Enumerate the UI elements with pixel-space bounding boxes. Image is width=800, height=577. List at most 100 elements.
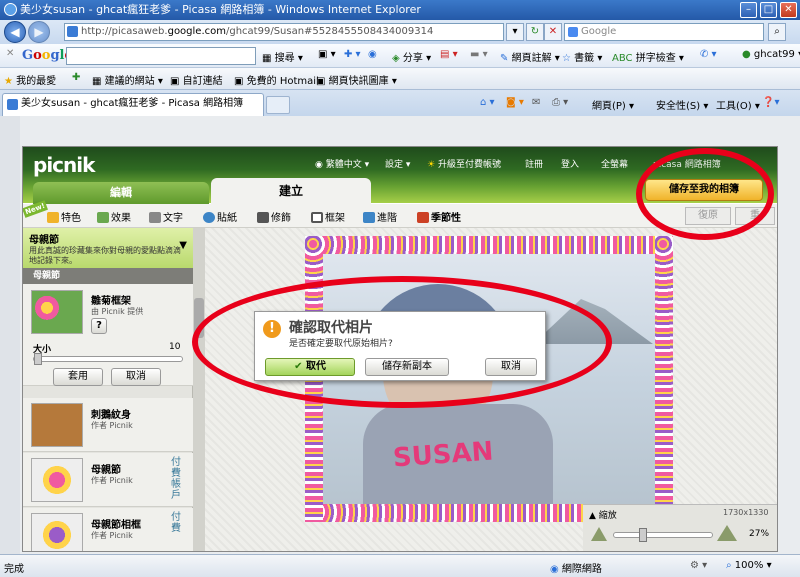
google-search-field[interactable] (66, 47, 256, 65)
search-go-icon[interactable]: ⌕ (768, 23, 786, 41)
fav-item-webslice[interactable]: ▣ 網頁快訊圖庫 ▾ (316, 72, 397, 87)
stop-icon[interactable]: ✕ (544, 23, 562, 41)
annotation-oval-save (636, 148, 774, 240)
tool-touchup[interactable]: 修飾 (257, 209, 291, 224)
tools-menu[interactable]: 工具(O) ▾ (716, 97, 760, 112)
fav-item-hotmail[interactable]: ▣ 免費的 Hotmail (234, 72, 319, 87)
daisy-frame-thumb (31, 290, 83, 334)
page-menu[interactable]: 網頁(P) ▾ (592, 97, 634, 112)
apply-button[interactable]: 套用 (53, 368, 103, 386)
favorites-bar: ★ 我的最愛 ✚ ▦ 建議的網站 ▾ ▣ 自訂連結 ▣ 免費的 Hotmail … (0, 68, 800, 90)
sticker-icon (203, 212, 215, 223)
calendar-icon (417, 212, 429, 223)
toolbar-page-icon[interactable]: ▣ ▾ (318, 49, 336, 60)
tab-create[interactable]: 建立 (211, 178, 371, 204)
google-search-button[interactable]: ▦ 搜尋 ▾ (262, 49, 303, 64)
print-icon[interactable]: ⎙ ▾ (552, 97, 568, 108)
share-button[interactable]: ◈ 分享 ▾ (392, 49, 431, 64)
home-icon[interactable]: ⌂ ▾ (480, 97, 495, 108)
spellcheck-button[interactable]: ABC 拼字檢查 ▾ (612, 49, 684, 64)
tool-text[interactable]: 文字 (149, 209, 183, 224)
list-item[interactable]: 母親節相框 作者 Picnik 付費 (23, 508, 193, 551)
add-favorite-icon[interactable]: ✚ (72, 72, 80, 83)
annotate-button[interactable]: ✎ 網頁註解 ▾ (500, 49, 560, 64)
list-item[interactable]: 刺鵝紋身 作者 Picnik (23, 398, 193, 452)
account-button[interactable]: ● ghcat99 ▾ (742, 49, 800, 60)
url-field[interactable]: http://picasaweb.google.com/ghcat99/Susa… (64, 23, 504, 41)
zoom-out-icon[interactable] (591, 527, 607, 541)
frame-icon (311, 212, 323, 223)
new-tab-button[interactable] (266, 96, 290, 114)
rss-icon[interactable]: ◙ ▾ (506, 97, 524, 108)
help-icon[interactable]: ❓▾ (762, 97, 779, 108)
item-thumb (31, 513, 83, 551)
toolbar-plus-icon[interactable]: ✚ ▾ (344, 49, 361, 60)
fav-item-suggested[interactable]: ▦ 建議的網站 ▾ (92, 72, 163, 87)
zoom-label: ▲ 縮放 (589, 511, 617, 521)
upgrade-link[interactable]: ☀ 升級至付費帳號 (427, 157, 501, 170)
settings-menu[interactable]: 設定 ▾ (385, 157, 410, 170)
star-icon (47, 212, 59, 223)
toolbar-bar-icon[interactable]: ▬ ▾ (470, 49, 488, 60)
pin-icon (363, 212, 375, 223)
tool-effects[interactable]: 效果 (97, 209, 131, 224)
annotation-oval-dialog (192, 276, 612, 408)
section-header[interactable]: 母親節 用此真誠的珍藏集來你對母親的愛點點滴滴地記錄下來。 ▼ (23, 228, 193, 268)
tool-seasonal[interactable]: 季節性 (417, 209, 461, 224)
collapse-icon[interactable]: ▼ (179, 240, 187, 251)
register-link[interactable]: 註冊 (525, 157, 543, 170)
back-button[interactable]: ◀ (4, 21, 26, 43)
tab-edit[interactable]: 編輯 (33, 182, 209, 204)
size-slider[interactable] (33, 353, 183, 365)
bookmarks-button[interactable]: ☆ 書籤 ▾ (562, 49, 602, 64)
favorites-button[interactable]: ★ 我的最愛 (4, 72, 56, 87)
text-icon (149, 212, 161, 223)
language-menu[interactable]: ◉ 繁體中文 ▾ (315, 157, 369, 170)
browser-tab[interactable]: 美少女susan - ghcat瘋狂老爹 - Picasa 網路相簿 (2, 93, 264, 116)
protected-mode-icon[interactable]: ⚙ ▾ (690, 560, 707, 571)
search-input[interactable]: Google (564, 23, 764, 41)
toolbar-block-icon[interactable]: ▤ ▾ (440, 49, 458, 60)
tab-bar: 美少女susan - ghcat瘋狂老爹 - Picasa 網路相簿 ⌂ ▾ ◙… (0, 90, 800, 116)
list-item[interactable]: 母親節 作者 Picnik 付費帳戶 (23, 453, 193, 507)
zoom-slider-handle[interactable] (639, 528, 647, 542)
favicon-icon (67, 26, 78, 37)
login-link[interactable]: 登入 (561, 157, 579, 170)
refresh-icon[interactable]: ↻ (526, 23, 544, 41)
zoom-level[interactable]: ⌕ 100% ▾ (726, 560, 772, 571)
selected-item[interactable]: 雛菊框架 由 Picnik 提供 ? 大小 10 套用 取消 (23, 284, 193, 386)
google-toolbar: ✕ Google ▦ 搜尋 ▾ ▣ ▾ ✚ ▾ ◉ ◈ 分享 ▾ ▤ ▾ ▬ ▾… (0, 44, 800, 68)
window-title: 美少女susan - ghcat瘋狂老爹 - Picasa 網路相簿 - Win… (20, 3, 421, 16)
fav-item-custom-links[interactable]: ▣ 自訂連結 (170, 72, 223, 87)
status-bar: 完成 ◉ 網際網路 ⚙ ▾ ⌕ 100% ▾ (0, 554, 800, 577)
minimize-button[interactable]: – (740, 2, 757, 18)
fullscreen-link[interactable]: 全螢幕 (601, 157, 628, 170)
help-button[interactable]: ? (91, 318, 107, 334)
tool-stickers[interactable]: 貼紙 (203, 209, 237, 224)
maximize-button[interactable]: □ (760, 2, 777, 18)
address-bar: ◀ ▶ http://picasaweb.google.com/ghcat99/… (0, 20, 800, 44)
url-dropdown-icon[interactable]: ▾ (506, 23, 524, 41)
tool-frames[interactable]: 框架 (311, 209, 345, 224)
toolbar-globe-icon[interactable]: ◉ (368, 49, 377, 60)
close-button[interactable]: ✕ (780, 2, 797, 18)
left-panel: 母親節 用此真誠的珍藏集來你對母親的愛點點滴滴地記錄下來。 ▼ 母親節 雛菊框架… (23, 228, 193, 551)
tool-advanced[interactable]: 進階 (363, 209, 397, 224)
cancel-button[interactable]: 取消 (111, 368, 161, 386)
safety-menu[interactable]: 安全性(S) ▾ (656, 97, 708, 112)
item-thumb (31, 403, 83, 447)
background-page (0, 116, 20, 554)
item-thumb (31, 458, 83, 502)
mail-icon[interactable]: ✉ (532, 97, 540, 108)
tool-featured[interactable]: 特色 (47, 209, 81, 224)
close-toolbar-icon[interactable]: ✕ (6, 48, 14, 59)
flower-frame-right (655, 236, 673, 522)
ie-logo-icon (4, 3, 17, 16)
zoom-panel: ▲ 縮放 1730x1330 27% (583, 504, 777, 551)
zoom-slider[interactable] (613, 528, 713, 542)
left-panel-scrollbar[interactable] (193, 228, 205, 551)
forward-button[interactable]: ▶ (28, 21, 50, 43)
settings-wrench-icon[interactable]: ✆ ▾ (700, 49, 717, 60)
size-slider-handle[interactable] (34, 353, 42, 365)
zoom-in-icon[interactable] (717, 525, 737, 541)
